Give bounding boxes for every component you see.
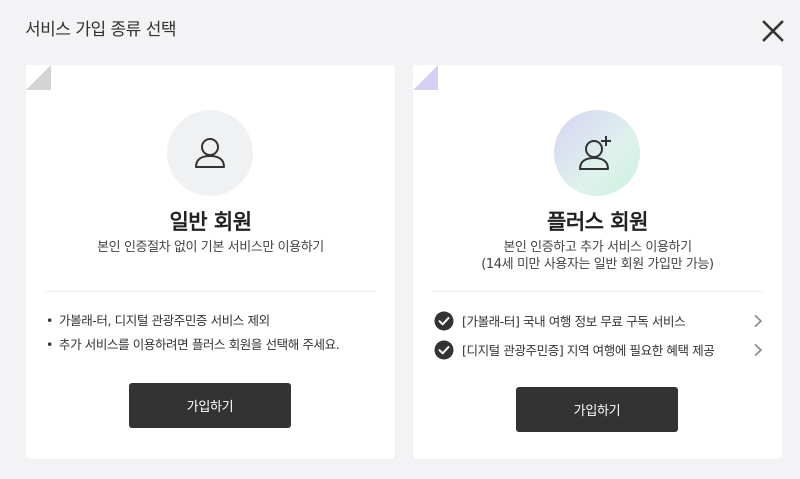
check-circle-icon <box>434 340 454 359</box>
plan-name: 일반 회원 <box>169 210 252 234</box>
benefit-label: [디지털 관광주민증] 지역 여행에 필요한 혜택 제공 <box>462 343 715 358</box>
chevron-right-icon <box>754 314 763 327</box>
plan-name: 플러스 회원 <box>547 210 648 234</box>
list-item: • 추가 서비스를 이용하려면 플러스 회원을 선택해 주세요. <box>46 337 340 352</box>
plan-description: 본인 인증절차 없이 기본 서비스만 이용하기 <box>97 240 324 255</box>
benefits-list: [가볼래-터] 국내 여행 정보 무료 구독 서비스 [디지털 관광주민증] 지… <box>434 306 764 364</box>
chevron-right-icon <box>754 343 763 356</box>
divider <box>433 291 762 292</box>
plus-member-card: 플러스 회원 본인 인증하고 추가 서비스 이용하기 (14세 미만 사용자는 … <box>413 65 782 459</box>
list-item: • 가볼래-터, 디지털 관광주민증 서비스 제외 <box>46 313 270 328</box>
benefit-label: [가볼래-터] 국내 여행 정보 무료 구독 서비스 <box>462 314 686 329</box>
user-plus-icon <box>579 136 611 170</box>
close-icon <box>762 20 784 42</box>
notes-list: • 가볼래-터, 디지털 관광주민증 서비스 제외 • 추가 서비스를 이용하려면 … <box>46 309 340 357</box>
plan-description: 본인 인증하고 추가 서비스 이용하기 (14세 미만 사용자는 일반 회원 가… <box>481 240 714 272</box>
avatar <box>167 110 253 196</box>
close-button[interactable] <box>760 18 786 44</box>
general-member-card: 일반 회원 본인 인증절차 없이 기본 서비스만 이용하기 • 가볼래-터, 디지… <box>26 65 395 459</box>
check-circle-icon <box>434 311 454 330</box>
modal-title: 서비스 가입 종류 선택 <box>25 20 176 40</box>
card-corner-fold <box>413 65 438 90</box>
card-corner-fold <box>26 65 51 90</box>
avatar <box>554 110 640 196</box>
divider <box>46 291 375 292</box>
benefit-item-gabolleter[interactable]: [가볼래-터] 국내 여행 정보 무료 구독 서비스 <box>434 306 764 335</box>
user-icon <box>195 138 225 168</box>
benefit-item-digital-resident-card[interactable]: [디지털 관광주민증] 지역 여행에 필요한 혜택 제공 <box>434 335 764 364</box>
plus-join-button[interactable]: 가입하기 <box>516 387 678 432</box>
general-join-button[interactable]: 가입하기 <box>129 383 291 428</box>
